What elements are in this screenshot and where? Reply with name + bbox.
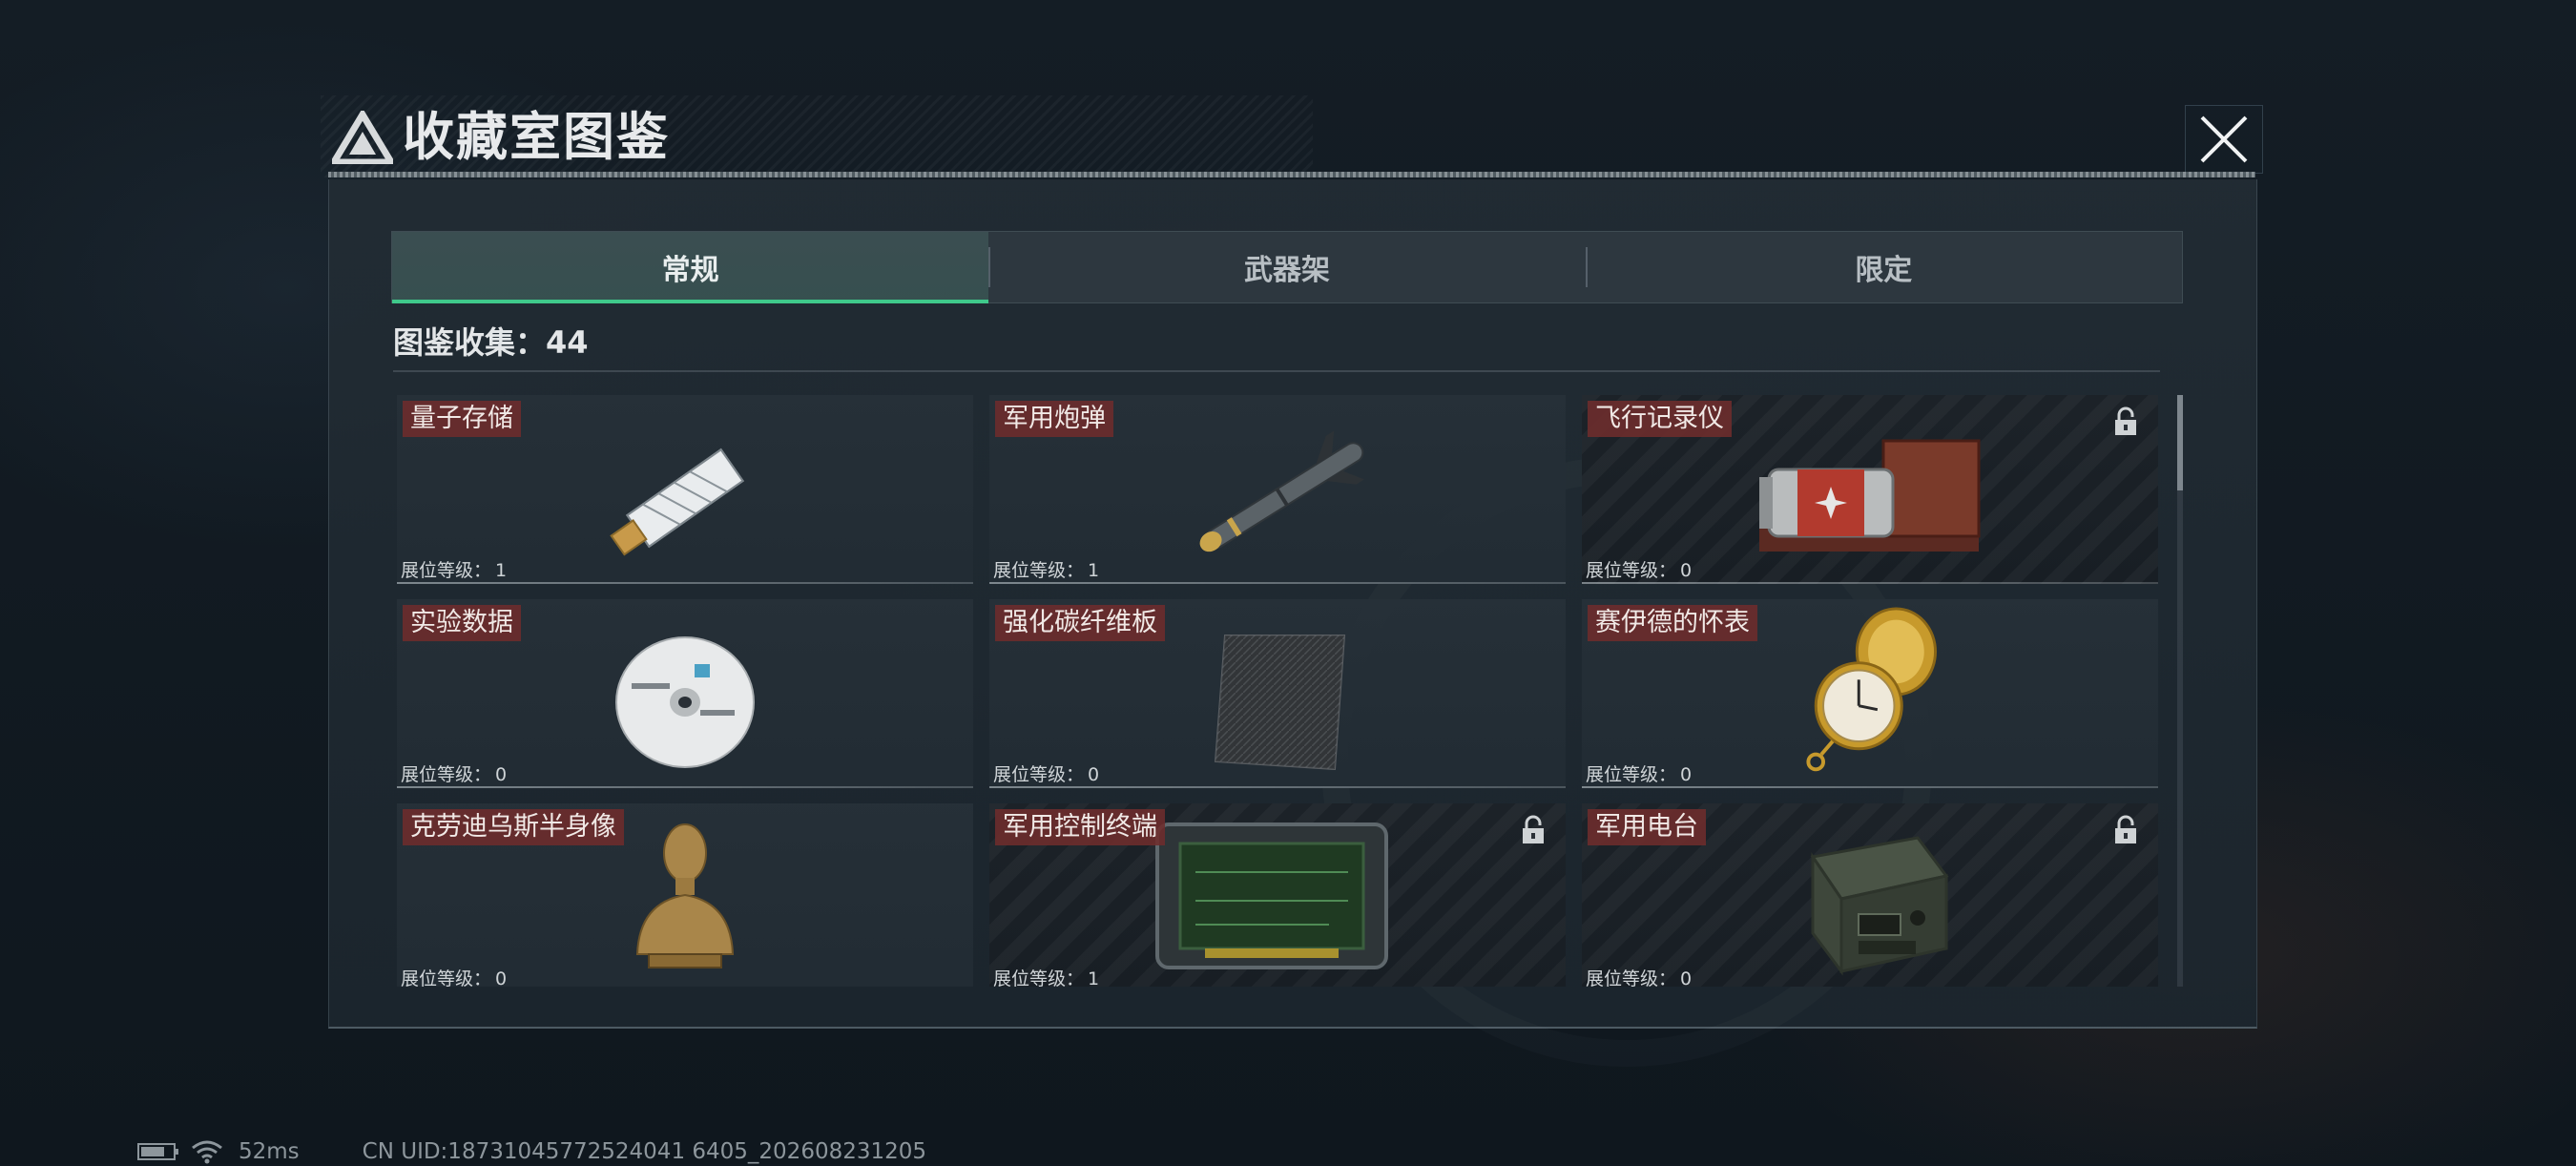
item-level-value: 0: [495, 968, 508, 987]
collection-count-label: 图鉴收集：: [393, 324, 547, 361]
item-card[interactable]: 量子存储 展位等级： 1: [397, 395, 973, 584]
item-level: 展位等级： 1: [993, 966, 1099, 987]
usb-drive-icon: [610, 448, 745, 556]
pocket-watch-icon: [1806, 607, 1937, 772]
radio-icon: [1810, 836, 1949, 976]
item-name: 军用电台: [1588, 809, 1706, 845]
item-name: 强化碳纤维板: [995, 605, 1165, 641]
tab-limited[interactable]: 限定: [1585, 232, 2182, 302]
item-card[interactable]: 军用控制终端 展位等级： 1: [989, 803, 1566, 987]
item-level-value: 0: [1088, 764, 1100, 785]
item-level: 展位等级： 1: [993, 557, 1099, 584]
lock-icon: [1523, 815, 1544, 843]
item-name: 克劳迪乌斯半身像: [403, 809, 624, 845]
status-bar: 52ms CN UID:18731045772524041 6405_20260…: [137, 1137, 926, 1166]
item-level-value: 0: [1680, 968, 1693, 987]
item-level-value: 1: [1088, 968, 1100, 987]
item-level-value: 1: [1088, 560, 1100, 581]
item-card[interactable]: 军用炮弹 展位等级： 1: [989, 395, 1566, 584]
item-level-label: 展位等级：: [993, 968, 1085, 987]
scrollbar[interactable]: [2177, 395, 2183, 987]
item-card[interactable]: 军用电台 展位等级： 0: [1582, 803, 2158, 987]
item-level-label: 展位等级：: [401, 764, 492, 785]
item-card[interactable]: 实验数据 展位等级： 0: [397, 599, 973, 788]
collection-divider: [393, 370, 2160, 372]
collection-count-value: 44: [546, 324, 589, 361]
missile-icon: [1199, 430, 1364, 552]
wifi-icon: [192, 1140, 222, 1164]
item-level: 展位等级： 0: [401, 761, 507, 788]
delta-logo-icon: [332, 111, 393, 164]
battery-icon: [137, 1143, 178, 1160]
disc-icon: [615, 636, 755, 768]
item-level-value: 0: [495, 764, 508, 785]
item-level-label: 展位等级：: [1586, 560, 1677, 581]
item-level: 展位等级： 0: [993, 761, 1099, 788]
item-level-label: 展位等级：: [993, 560, 1085, 581]
scrollbar-thumb[interactable]: [2177, 395, 2183, 490]
lock-icon: [2115, 406, 2136, 435]
item-level-value: 1: [495, 560, 508, 581]
page-title: 收藏室图鉴: [403, 107, 670, 167]
item-card[interactable]: 克劳迪乌斯半身像 展位等级： 0: [397, 803, 973, 987]
item-level-label: 展位等级：: [1586, 968, 1677, 987]
item-card[interactable]: 飞行记录仪 展位等级： 0: [1582, 395, 2158, 584]
item-name: 赛伊德的怀表: [1588, 605, 1757, 641]
tab-regular[interactable]: 常规: [392, 232, 989, 303]
close-button[interactable]: [2185, 105, 2263, 174]
item-level: 展位等级： 0: [1586, 761, 1692, 788]
control-terminal-icon: [1155, 822, 1388, 969]
item-card[interactable]: 赛伊德的怀表 展位等级： 0: [1582, 599, 2158, 788]
item-name: 量子存储: [403, 401, 521, 437]
close-icon: [2200, 115, 2248, 163]
item-level-label: 展位等级：: [1586, 764, 1677, 785]
item-level: 展位等级： 0: [1586, 966, 1692, 987]
ping-readout: 52ms: [239, 1139, 300, 1164]
collection-count: 图鉴收集：44: [393, 321, 589, 364]
item-level-value: 0: [1680, 764, 1693, 785]
user-id: CN UID:18731045772524041 6405_2026082312…: [362, 1139, 927, 1164]
item-level-label: 展位等级：: [401, 560, 492, 581]
flight-recorder-icon: [1759, 439, 1981, 552]
lock-icon: [2115, 815, 2136, 843]
item-name: 军用炮弹: [995, 401, 1113, 437]
item-grid: 量子存储 展位等级： 1 军用炮弹 展位等级： 1 飞行记录仪 展位等级： 0 …: [397, 395, 2158, 987]
item-name: 军用控制终端: [995, 809, 1165, 845]
window-header: 收藏室图鉴: [321, 95, 1313, 177]
item-name: 实验数据: [403, 605, 521, 641]
header-divider: [328, 172, 2255, 177]
item-level-value: 0: [1680, 560, 1693, 581]
carbon-plate-icon: [1214, 635, 1346, 771]
item-level-label: 展位等级：: [993, 764, 1085, 785]
item-name: 飞行记录仪: [1588, 401, 1732, 437]
item-level: 展位等级： 0: [401, 966, 507, 987]
item-level: 展位等级： 0: [1586, 557, 1692, 584]
item-card[interactable]: 强化碳纤维板 展位等级： 0: [989, 599, 1566, 788]
tab-weapon-rack[interactable]: 武器架: [988, 232, 1585, 302]
category-tabs: 常规 武器架 限定: [391, 231, 2183, 303]
item-level-label: 展位等级：: [401, 968, 492, 987]
item-level: 展位等级： 1: [401, 557, 507, 584]
